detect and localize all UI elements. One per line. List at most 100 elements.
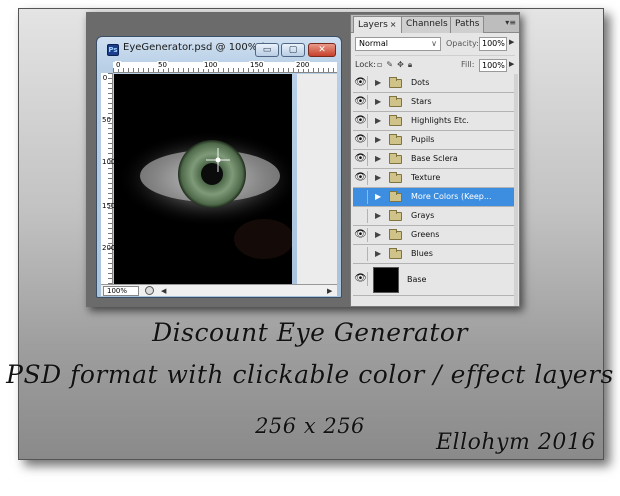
ruler-label: 50 — [102, 116, 111, 124]
layer-row-pupils[interactable]: 👁︎ ▶ Pupils — [353, 131, 515, 150]
eye-icon[interactable]: 👁︎ — [354, 133, 368, 147]
caption-subtitle: PSD format with clickable color / effect… — [6, 360, 614, 389]
expand-triangle-icon[interactable]: ▶ — [375, 97, 381, 106]
tab-label: Layers — [358, 20, 388, 30]
eye-toggle-empty[interactable] — [354, 247, 368, 261]
tab-label: Paths — [455, 19, 480, 29]
folder-icon — [389, 153, 402, 164]
expand-triangle-icon[interactable]: ▶ — [375, 192, 381, 201]
expand-triangle-icon[interactable]: ▶ — [375, 154, 381, 163]
layer-name: Stars — [411, 97, 432, 106]
canvas-pasteboard — [297, 74, 337, 284]
scroll-left-icon[interactable]: ◀ — [161, 287, 166, 295]
document-title: EyeGenerator.psd @ 100% (... — [123, 42, 274, 53]
status-info-icon[interactable] — [145, 286, 154, 295]
layer-row-more-colors[interactable]: ▶ More Colors (Keep... — [353, 188, 515, 207]
tab-channels[interactable]: Channels — [401, 16, 453, 33]
folder-icon — [389, 77, 402, 88]
ruler-label: 100 — [203, 61, 219, 69]
panel-tabs: Layers × Channels Paths ▾≡ — [351, 15, 519, 33]
blend-mode-select[interactable]: Normal ∨ — [355, 37, 441, 51]
artist-signature: Ellohym 2016 — [436, 430, 596, 455]
folder-icon — [389, 191, 402, 202]
layer-row-texture[interactable]: 👁︎ ▶ Texture — [353, 169, 515, 188]
layers-list: 👁︎ ▶ Dots 👁︎ ▶ Stars 👁︎ ▶ Highlights Etc… — [353, 74, 515, 296]
layer-name: Highlights Etc. — [411, 116, 469, 125]
layer-name: Base — [407, 275, 427, 284]
folder-icon — [389, 248, 402, 259]
vertical-ruler[interactable]: 0 50 100 150 200 — [101, 73, 116, 295]
document-titlebar[interactable]: Ps EyeGenerator.psd @ 100% (... ▭ ▢ ✕ — [97, 37, 341, 61]
folder-icon — [389, 96, 402, 107]
minimize-button[interactable]: ▭ — [255, 43, 279, 57]
layer-row-blues[interactable]: ▶ Blues — [353, 245, 515, 264]
panel-scrollbar[interactable] — [514, 74, 518, 306]
layer-row-base[interactable]: 👁︎ Base — [353, 264, 515, 296]
eye-artwork — [114, 74, 292, 259]
ruler-label: 0 — [102, 74, 108, 82]
ruler-label: 0 — [115, 61, 122, 69]
folder-icon — [389, 229, 402, 240]
lock-label: Lock: — [355, 60, 376, 69]
maximize-button[interactable]: ▢ — [281, 43, 305, 57]
expand-triangle-icon[interactable]: ▶ — [375, 116, 381, 125]
eye-toggle-empty[interactable] — [354, 209, 368, 223]
folder-icon — [389, 172, 402, 183]
scroll-right-icon[interactable]: ▶ — [327, 287, 332, 295]
layer-row-grays[interactable]: ▶ Grays — [353, 207, 515, 226]
skin-shadow — [234, 219, 292, 259]
eye-icon[interactable]: 👁︎ — [354, 171, 368, 185]
expand-triangle-icon[interactable]: ▶ — [375, 230, 381, 239]
document-window[interactable]: Ps EyeGenerator.psd @ 100% (... ▭ ▢ ✕ 0 … — [96, 36, 342, 298]
expand-triangle-icon[interactable]: ▶ — [375, 173, 381, 182]
layer-row-dots[interactable]: 👁︎ ▶ Dots — [353, 74, 515, 93]
ruler-label: 150 — [102, 202, 116, 210]
tab-close-icon[interactable]: × — [390, 20, 397, 29]
opacity-slider-arrow-icon[interactable]: ▶ — [509, 38, 514, 46]
eye-icon[interactable]: 👁︎ — [354, 114, 368, 128]
layer-name: Greens — [411, 230, 440, 239]
eye-icon[interactable]: 👁︎ — [354, 152, 368, 166]
eye-icon[interactable]: 👁︎ — [354, 228, 368, 242]
zoom-field[interactable]: 100% — [103, 286, 139, 296]
layer-name: Dots — [411, 78, 430, 87]
lock-fill-row: Lock: ▫✎✥🔒︎ Fill: 100% ▶ — [355, 55, 515, 72]
lock-options-icon[interactable]: ▫✎✥🔒︎ — [377, 60, 416, 70]
layer-name: Grays — [411, 211, 435, 220]
blend-mode-value: Normal — [359, 39, 388, 48]
close-button[interactable]: ✕ — [308, 43, 336, 57]
expand-triangle-icon[interactable]: ▶ — [375, 211, 381, 220]
status-bar: 100% ◀ ▶ — [101, 284, 337, 296]
tab-layers[interactable]: Layers × — [353, 16, 402, 33]
eyelid-shadow — [114, 74, 292, 184]
expand-triangle-icon[interactable]: ▶ — [375, 78, 381, 87]
tab-paths[interactable]: Paths — [450, 16, 485, 33]
fill-label: Fill: — [461, 60, 475, 69]
horizontal-ruler[interactable]: 0 50 100 150 200 — [113, 61, 337, 73]
expand-triangle-icon[interactable]: ▶ — [375, 249, 381, 258]
opacity-input[interactable]: 100% — [479, 37, 507, 51]
fill-slider-arrow-icon[interactable]: ▶ — [509, 60, 514, 68]
layer-name: Texture — [411, 173, 441, 182]
eye-toggle-empty[interactable] — [354, 190, 368, 204]
expand-triangle-icon[interactable]: ▶ — [375, 135, 381, 144]
folder-icon — [389, 115, 402, 126]
layers-panel: Layers × Channels Paths ▾≡ Normal ∨ Opaci… — [350, 14, 520, 307]
layer-row-greens[interactable]: 👁︎ ▶ Greens — [353, 226, 515, 245]
ruler-label: 200 — [102, 244, 116, 252]
layer-thumbnail — [373, 267, 399, 293]
layer-row-base-sclera[interactable]: 👁︎ ▶ Base Sclera — [353, 150, 515, 169]
folder-icon — [389, 134, 402, 145]
photoshop-doc-icon: Ps — [107, 44, 119, 56]
eye-canvas[interactable] — [114, 74, 292, 284]
layer-name: Pupils — [411, 135, 435, 144]
layer-row-stars[interactable]: 👁︎ ▶ Stars — [353, 93, 515, 112]
eye-icon[interactable]: 👁︎ — [354, 95, 368, 109]
eye-icon[interactable]: 👁︎ — [354, 272, 368, 286]
panel-menu-icon[interactable]: ▾≡ — [505, 18, 516, 27]
fill-input[interactable]: 100% — [479, 59, 507, 72]
caption-title: Discount Eye Generator — [152, 318, 468, 347]
layer-name: Blues — [411, 249, 433, 258]
eye-icon[interactable]: 👁︎ — [354, 76, 368, 90]
layer-row-highlights[interactable]: 👁︎ ▶ Highlights Etc. — [353, 112, 515, 131]
